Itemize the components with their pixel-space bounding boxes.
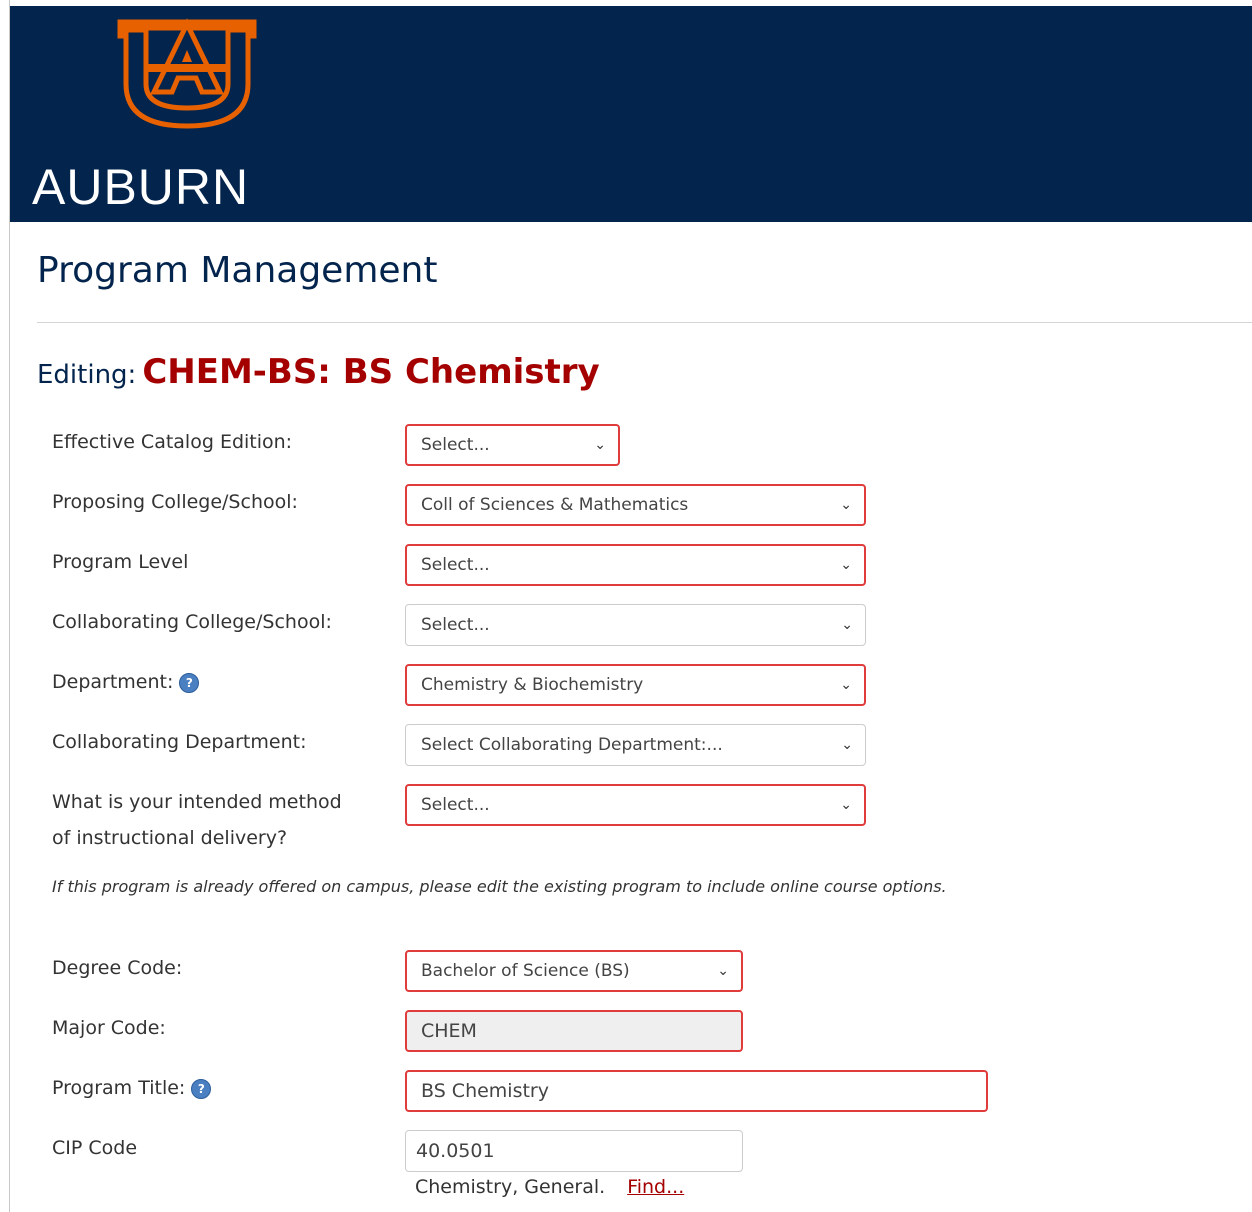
find-cip-link[interactable]: Find... bbox=[627, 1176, 684, 1198]
chevron-down-icon: ⌄ bbox=[840, 557, 852, 573]
site-header: AUBURN bbox=[10, 6, 1252, 222]
chevron-down-icon: ⌄ bbox=[841, 737, 853, 753]
department-select[interactable]: Chemistry & Biochemistry ⌄ bbox=[405, 664, 866, 706]
program-level-value: Select... bbox=[421, 555, 490, 575]
cip-code-label: CIP Code bbox=[52, 1137, 138, 1159]
catalog-edition-select[interactable]: Select... ⌄ bbox=[405, 424, 620, 466]
degree-code-label: Degree Code: bbox=[52, 957, 183, 979]
catalog-edition-value: Select... bbox=[421, 435, 490, 455]
auburn-wordmark: AUBURN bbox=[32, 159, 250, 215]
chevron-down-icon: ⌄ bbox=[717, 963, 729, 979]
degree-code-value: Bachelor of Science (BS) bbox=[421, 961, 630, 981]
department-label: Department: bbox=[52, 671, 174, 693]
major-code-label: Major Code: bbox=[52, 1017, 166, 1039]
online-note: If this program is already offered on ca… bbox=[52, 877, 947, 896]
chevron-down-icon: ⌄ bbox=[594, 437, 606, 453]
program-title-field[interactable]: BS Chemistry bbox=[405, 1070, 988, 1112]
delivery-method-label-1: What is your intended method bbox=[52, 791, 342, 813]
collab-college-select[interactable]: Select... ⌄ bbox=[405, 604, 866, 646]
program-level-label: Program Level bbox=[52, 551, 189, 573]
program-title-label: Program Title: bbox=[52, 1077, 186, 1099]
program-level-select[interactable]: Select... ⌄ bbox=[405, 544, 866, 586]
department-value: Chemistry & Biochemistry bbox=[421, 675, 644, 695]
proposing-college-label: Proposing College/School: bbox=[52, 491, 298, 513]
help-icon[interactable]: ? bbox=[191, 1078, 212, 1099]
page-title: Program Management bbox=[37, 250, 438, 291]
collab-college-label: Collaborating College/School: bbox=[52, 611, 332, 633]
delivery-method-label-2: of instructional delivery? bbox=[52, 827, 288, 849]
chevron-down-icon: ⌄ bbox=[841, 617, 853, 633]
help-icon[interactable]: ? bbox=[179, 672, 200, 693]
cip-description-row: Chemistry, General. Find... bbox=[415, 1176, 684, 1198]
catalog-edition-label: Effective Catalog Edition: bbox=[52, 431, 293, 453]
degree-code-select[interactable]: Bachelor of Science (BS) ⌄ bbox=[405, 950, 743, 992]
collab-college-value: Select... bbox=[421, 615, 490, 635]
divider bbox=[37, 322, 1252, 323]
chevron-down-icon: ⌄ bbox=[840, 797, 852, 813]
department-label-row: Department:? bbox=[52, 664, 200, 700]
program-title-label-row: Program Title:? bbox=[52, 1070, 212, 1106]
editing-label: Editing: bbox=[37, 360, 137, 390]
collab-department-value: Select Collaborating Department:... bbox=[421, 735, 723, 755]
cip-description: Chemistry, General. bbox=[415, 1176, 606, 1198]
program-name: CHEM-BS: BS Chemistry bbox=[142, 352, 600, 392]
au-logo-icon bbox=[117, 18, 257, 129]
proposing-college-value: Coll of Sciences & Mathematics bbox=[421, 495, 689, 515]
editing-heading: Editing: CHEM-BS: BS Chemistry bbox=[37, 352, 600, 392]
proposing-college-select[interactable]: Coll of Sciences & Mathematics ⌄ bbox=[405, 484, 866, 526]
collab-department-select[interactable]: Select Collaborating Department:... ⌄ bbox=[405, 724, 866, 766]
major-code-field[interactable]: CHEM bbox=[405, 1010, 743, 1052]
chevron-down-icon: ⌄ bbox=[840, 497, 852, 513]
delivery-method-select[interactable]: Select... ⌄ bbox=[405, 784, 866, 826]
cip-code-field[interactable]: 40.0501 bbox=[405, 1130, 743, 1172]
collab-department-label: Collaborating Department: bbox=[52, 731, 307, 753]
chevron-down-icon: ⌄ bbox=[840, 677, 852, 693]
delivery-method-value: Select... bbox=[421, 795, 490, 815]
